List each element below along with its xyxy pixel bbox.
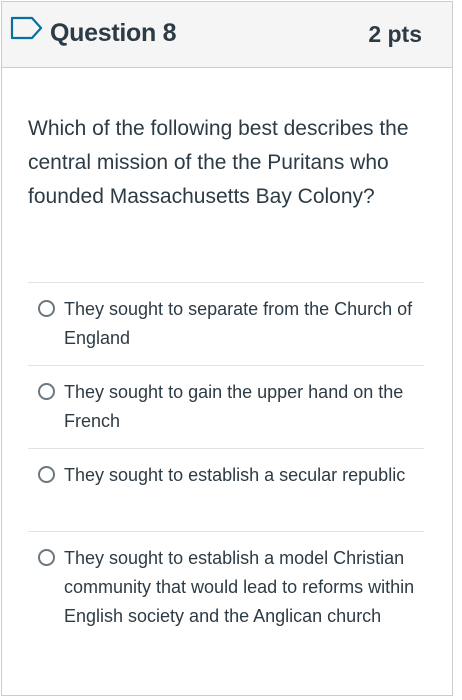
answer-label: They sought to establish a secular repub…: [64, 465, 406, 485]
answer-option[interactable]: They sought to establish a model Christi…: [28, 532, 424, 643]
answer-list: They sought to separate from the Church …: [28, 282, 424, 643]
radio-button-icon[interactable]: [38, 383, 55, 400]
question-header: Question 8 2 pts: [2, 2, 452, 68]
radio-button-icon[interactable]: [38, 300, 55, 317]
flag-question-icon[interactable]: [10, 16, 44, 40]
answer-option[interactable]: They sought to separate from the Church …: [28, 283, 424, 366]
quiz-question-card: Question 8 2 pts Which of the following …: [1, 1, 453, 696]
answer-option[interactable]: They sought to establish a secular repub…: [28, 449, 424, 532]
question-points: 2 pts: [368, 21, 422, 47]
radio-button-icon[interactable]: [38, 549, 55, 566]
answer-option[interactable]: They sought to gain the upper hand on th…: [28, 366, 424, 449]
question-text: Which of the following best describes th…: [28, 117, 409, 208]
question-title: Question 8: [50, 19, 177, 47]
answer-label: They sought to establish a model Christi…: [64, 548, 415, 626]
radio-button-icon[interactable]: [38, 466, 55, 483]
answer-label: They sought to separate from the Church …: [64, 299, 413, 348]
answer-label: They sought to gain the upper hand on th…: [64, 382, 404, 431]
